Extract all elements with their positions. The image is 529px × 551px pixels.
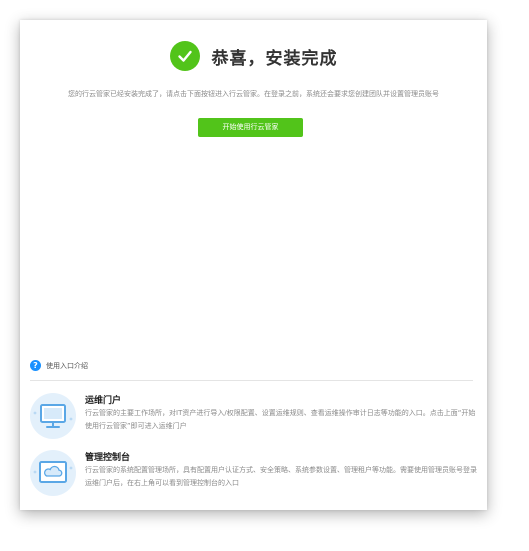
cloud-console-icon: [30, 450, 76, 496]
entry-admin-console: 管理控制台 行云管家的系统配置管理场所，具有配置用户认证方式、安全策略、系统参数…: [30, 450, 477, 502]
install-complete-card: 恭喜，安装完成 您的行云管家已经安装完成了，请点击下面按钮进入行云管家。在登录之…: [20, 20, 487, 510]
success-title: 恭喜，安装完成: [211, 48, 338, 69]
entry-title: 运维门户: [85, 396, 122, 406]
entry-ops-portal: 运维门户 行云管家的主要工作场所，对IT资产进行导入/权限配置、设置运维规则、查…: [30, 393, 477, 445]
start-using-button[interactable]: 开始使用行云管家: [198, 118, 303, 137]
entry-title: 管理控制台: [85, 453, 131, 463]
entry-description: 行云管家的主要工作场所，对IT资产进行导入/权限配置、设置运维规则、查看运维操作…: [85, 409, 476, 430]
help-icon: ?: [30, 360, 41, 371]
monitor-icon: [30, 393, 76, 439]
success-description: 您的行云管家已经安装完成了，请点击下面按钮进入行云管家。在登录之前，系统还会要求…: [68, 90, 439, 98]
intro-divider: [30, 380, 473, 381]
intro-header: ? 使用入口介绍: [30, 360, 88, 371]
intro-title: 使用入口介绍: [46, 361, 88, 370]
entry-description: 行云管家的系统配置管理场所，具有配置用户认证方式、安全策略、系统参数设置、管理租…: [85, 466, 477, 487]
check-circle-icon: [169, 41, 200, 71]
success-header: 恭喜，安装完成: [20, 40, 487, 72]
